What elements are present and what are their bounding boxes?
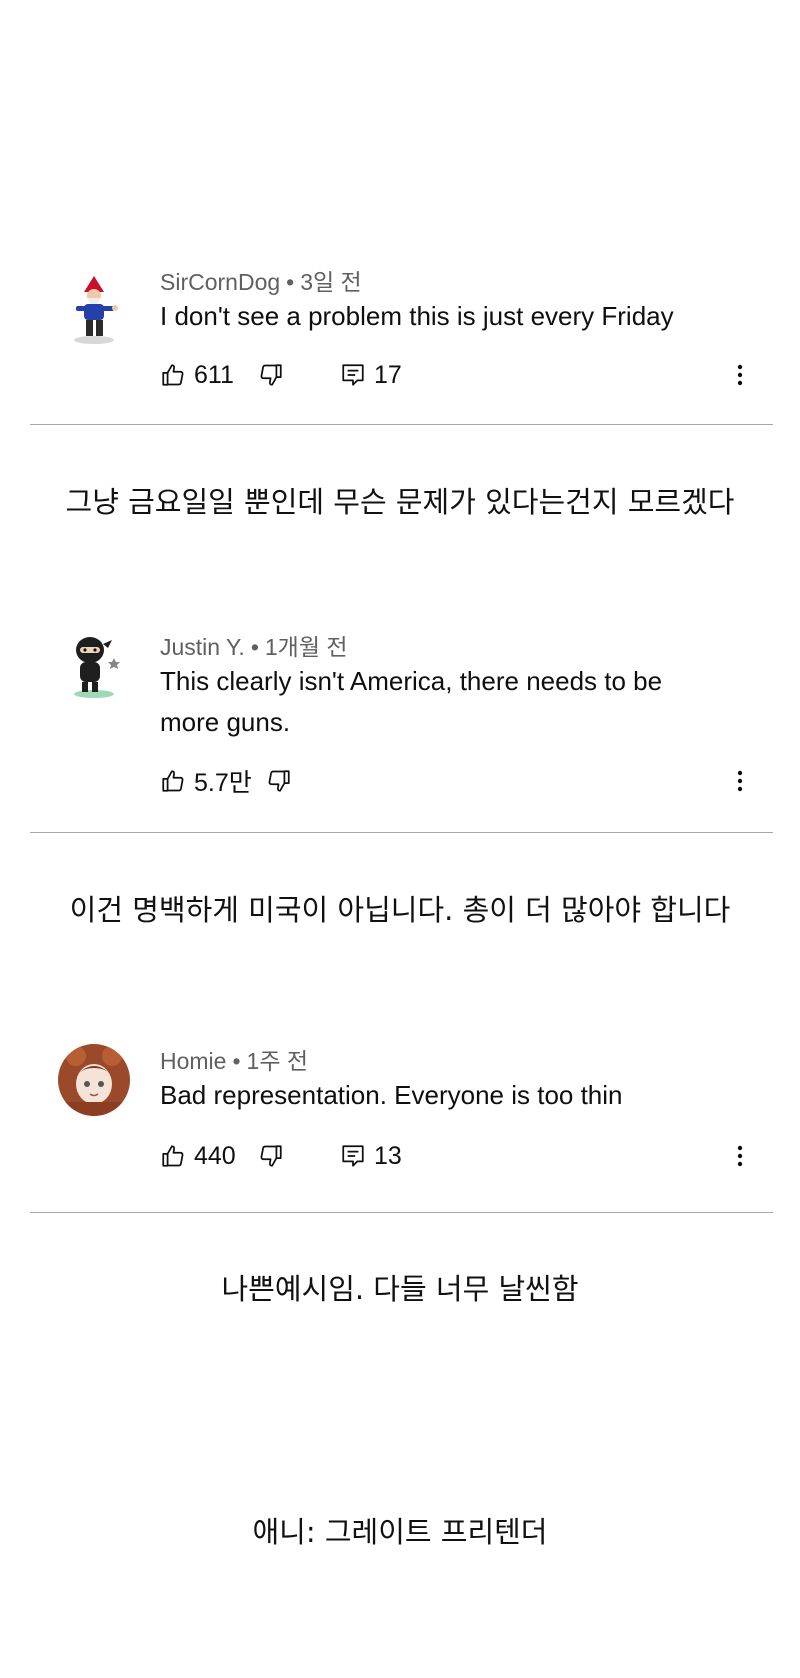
comment-meta: Homie • 1주 전: [160, 1042, 308, 1076]
thumbs-up-icon: [162, 1145, 184, 1167]
more-options-icon[interactable]: [730, 358, 750, 392]
thumbs-up-icon: [162, 770, 184, 792]
comment-text: I don't see a problem this is just every…: [160, 301, 674, 331]
translation-text: 나쁜예시임. 다들 너무 날씬함: [221, 1272, 579, 1306]
separator-dot: •: [286, 269, 295, 295]
comment-text: This clearly isn't America, there needs …: [160, 666, 663, 737]
separator-dot: •: [232, 1048, 241, 1074]
author-name[interactable]: Justin Y.: [160, 634, 245, 660]
divider: [30, 832, 773, 833]
dislike-button[interactable]: [258, 1139, 284, 1173]
like-button[interactable]: 5.7만: [160, 764, 252, 798]
reply-button[interactable]: 17: [340, 358, 402, 392]
more-options-icon[interactable]: [730, 1139, 750, 1173]
comment-time: 1개월 전: [264, 634, 348, 660]
divider: [30, 1212, 773, 1213]
comment-meta: Justin Y. • 1개월 전: [160, 628, 348, 662]
caption-text: 애니: 그레이트 프리텐더: [252, 1515, 548, 1549]
like-count: 440: [194, 1141, 236, 1170]
reply-count: 13: [374, 1141, 402, 1170]
comment-actions: 5.7만: [160, 764, 760, 798]
thumbs-down-icon: [260, 1145, 282, 1167]
dislike-button[interactable]: [266, 764, 292, 798]
thumbs-down-icon: [268, 770, 290, 792]
like-count: 611: [194, 360, 234, 389]
divider: [30, 424, 773, 425]
more-options-icon[interactable]: [730, 764, 750, 798]
thumbs-up-icon: [162, 364, 184, 386]
author-name[interactable]: Homie: [160, 1048, 226, 1074]
author-name[interactable]: SirCornDog: [160, 269, 280, 295]
anime-character-avatar-icon[interactable]: [56, 1042, 132, 1118]
like-count: 5.7만: [194, 769, 252, 797]
reply-comment-icon: [342, 1145, 364, 1167]
comment-meta: SirCornDog • 3일 전: [160, 263, 362, 297]
like-button[interactable]: 611: [160, 358, 234, 392]
gnome-avatar-icon[interactable]: [56, 272, 132, 348]
ninja-avatar-icon[interactable]: [56, 628, 132, 704]
comment-actions: 440 13: [160, 1139, 760, 1173]
like-button[interactable]: 440: [160, 1139, 236, 1173]
reply-button[interactable]: 13: [340, 1139, 402, 1173]
separator-dot: •: [250, 634, 259, 660]
comment-time: 3일 전: [300, 269, 362, 295]
reply-comment-icon: [342, 364, 364, 386]
reply-count: 17: [374, 360, 402, 389]
translation-text: 그냥 금요일일 뿐인데 무슨 문제가 있다는건지 모르겠다: [65, 485, 735, 519]
translation-text: 이건 명백하게 미국이 아닙니다. 총이 더 많아야 합니다: [69, 893, 731, 927]
dislike-button[interactable]: [258, 358, 284, 392]
comment-time: 1주 전: [246, 1048, 309, 1074]
comment-text: Bad representation. Everyone is too thin: [160, 1080, 623, 1110]
thumbs-down-icon: [260, 364, 282, 386]
comment-actions: 611 17: [160, 358, 760, 392]
